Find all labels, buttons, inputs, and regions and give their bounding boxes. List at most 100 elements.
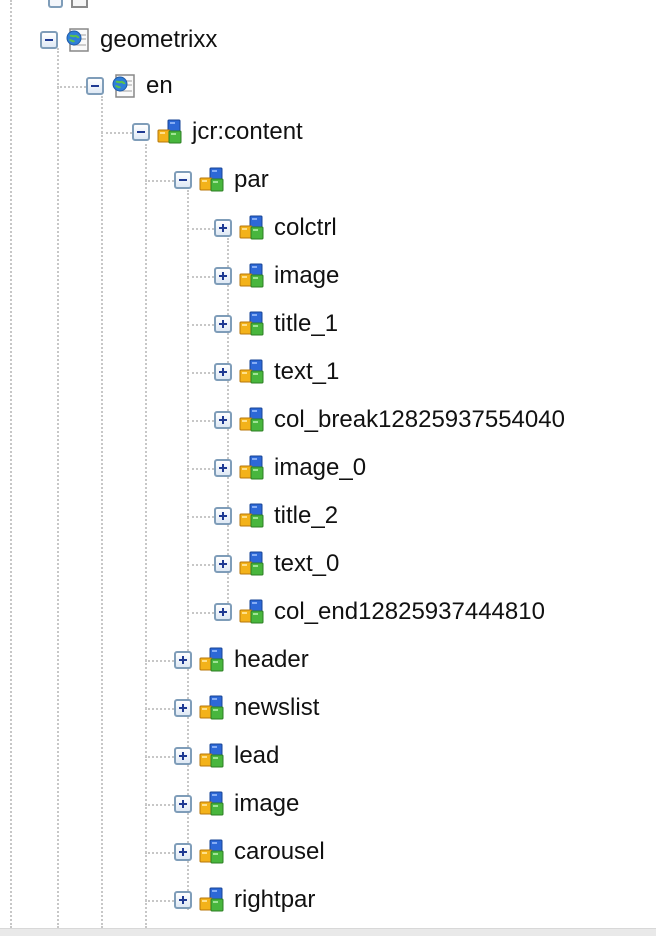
collapse-node-icon[interactable]: [132, 123, 150, 141]
page-globe-icon: [66, 28, 89, 52]
tree-node-label[interactable]: colctrl: [274, 214, 337, 242]
tree-branch-line: [145, 852, 174, 854]
expand-node-icon[interactable]: [174, 795, 192, 813]
node-cubes-icon: [239, 359, 264, 384]
tree-branch-line: [187, 420, 214, 422]
expand-node-icon[interactable]: [174, 651, 192, 669]
tree-branch-line: [187, 516, 214, 518]
tree-branch-line: [145, 660, 174, 662]
clipped-page-icon: [71, 0, 88, 8]
tree-branch-line: [101, 132, 132, 134]
node-cubes-icon: [239, 599, 264, 624]
tree-guide-line: [57, 48, 59, 928]
tree-node-row[interactable]: col_end12825937444810: [214, 592, 545, 632]
tree-node-row[interactable]: text_1: [214, 352, 339, 392]
repository-tree: geometrixx en jcr:content par colctrl image ti…: [0, 0, 656, 936]
tree-branch-line: [187, 324, 214, 326]
tree-node-label[interactable]: jcr:content: [192, 118, 303, 146]
tree-node-row[interactable]: header: [174, 640, 309, 680]
tree-node-label[interactable]: text_0: [274, 550, 339, 578]
node-cubes-icon: [157, 119, 182, 144]
tree-node-label[interactable]: image: [234, 790, 299, 818]
tree-node-row[interactable]: title_2: [214, 496, 338, 536]
tree-node-row[interactable]: newslist: [174, 688, 319, 728]
tree-node-row[interactable]: par: [174, 160, 269, 200]
tree-branch-line: [187, 468, 214, 470]
node-cubes-icon: [199, 695, 224, 720]
tree-branch-line: [187, 564, 214, 566]
tree-node-label[interactable]: col_break12825937554040: [274, 406, 565, 434]
horizontal-scrollbar[interactable]: [0, 928, 656, 936]
node-cubes-icon: [199, 887, 224, 912]
tree-branch-line: [145, 756, 174, 758]
tree-node-row[interactable]: geometrixx: [40, 20, 217, 60]
tree-guide-line: [10, 0, 12, 928]
expand-node-icon[interactable]: [214, 315, 232, 333]
collapse-node-icon[interactable]: [40, 31, 58, 49]
tree-node-row[interactable]: en: [86, 66, 173, 106]
tree-node-label[interactable]: en: [146, 72, 173, 100]
tree-node-label[interactable]: image: [274, 262, 339, 290]
tree-branch-line: [187, 372, 214, 374]
tree-branch-line: [187, 276, 214, 278]
tree-node-label[interactable]: header: [234, 646, 309, 674]
tree-node-row[interactable]: jcr:content: [132, 112, 303, 152]
node-cubes-icon: [239, 551, 264, 576]
tree-node-row[interactable]: lead: [174, 736, 279, 776]
tree-node-row[interactable]: colctrl: [214, 208, 337, 248]
expand-node-icon[interactable]: [174, 747, 192, 765]
expand-node-icon[interactable]: [214, 555, 232, 573]
tree-guide-line: [145, 144, 147, 928]
page-globe-icon: [112, 74, 135, 98]
tree-node-row[interactable]: text_0: [214, 544, 339, 584]
expand-node-icon[interactable]: [214, 459, 232, 477]
expand-node-icon[interactable]: [214, 219, 232, 237]
tree-node-label[interactable]: title_2: [274, 502, 338, 530]
tree-branch-line: [145, 180, 174, 182]
tree-node-label[interactable]: title_1: [274, 310, 338, 338]
collapse-node-icon[interactable]: [174, 171, 192, 189]
tree-node-label[interactable]: col_end12825937444810: [274, 598, 545, 626]
node-cubes-icon: [199, 743, 224, 768]
tree-node-label[interactable]: rightpar: [234, 886, 315, 914]
expand-node-icon[interactable]: [214, 363, 232, 381]
node-cubes-icon: [239, 455, 264, 480]
tree-branch-line: [145, 900, 174, 902]
tree-node-row[interactable]: col_break12825937554040: [214, 400, 565, 440]
tree-node-label[interactable]: geometrixx: [100, 26, 217, 54]
expand-node-icon[interactable]: [174, 843, 192, 861]
collapse-node-icon[interactable]: [86, 77, 104, 95]
node-cubes-icon: [199, 167, 224, 192]
tree-node-row[interactable]: rightpar: [174, 880, 315, 920]
node-cubes-icon: [239, 311, 264, 336]
node-cubes-icon: [199, 647, 224, 672]
tree-guide-line: [101, 96, 103, 928]
tree-node-label[interactable]: image_0: [274, 454, 366, 482]
tree-node-label[interactable]: newslist: [234, 694, 319, 722]
tree-node-row[interactable]: carousel: [174, 832, 325, 872]
expand-node-icon[interactable]: [214, 411, 232, 429]
node-cubes-icon: [239, 263, 264, 288]
expand-node-icon[interactable]: [174, 891, 192, 909]
tree-node-label[interactable]: lead: [234, 742, 279, 770]
node-cubes-icon: [199, 791, 224, 816]
clipped-parent-row: [48, 0, 88, 10]
expand-node-icon[interactable]: [174, 699, 192, 717]
node-cubes-icon: [239, 407, 264, 432]
tree-node-row[interactable]: image: [174, 784, 299, 824]
tree-node-label[interactable]: text_1: [274, 358, 339, 386]
node-cubes-icon: [239, 215, 264, 240]
tree-branch-line: [145, 708, 174, 710]
tree-branch-line: [57, 86, 86, 88]
tree-node-row[interactable]: image_0: [214, 448, 366, 488]
tree-node-row[interactable]: title_1: [214, 304, 338, 344]
tree-node-row[interactable]: image: [214, 256, 339, 296]
clipped-toggle-icon: [48, 0, 64, 8]
tree-node-label[interactable]: par: [234, 166, 269, 194]
tree-node-label[interactable]: carousel: [234, 838, 325, 866]
tree-branch-line: [187, 228, 214, 230]
expand-node-icon[interactable]: [214, 507, 232, 525]
expand-node-icon[interactable]: [214, 267, 232, 285]
node-cubes-icon: [239, 503, 264, 528]
expand-node-icon[interactable]: [214, 603, 232, 621]
